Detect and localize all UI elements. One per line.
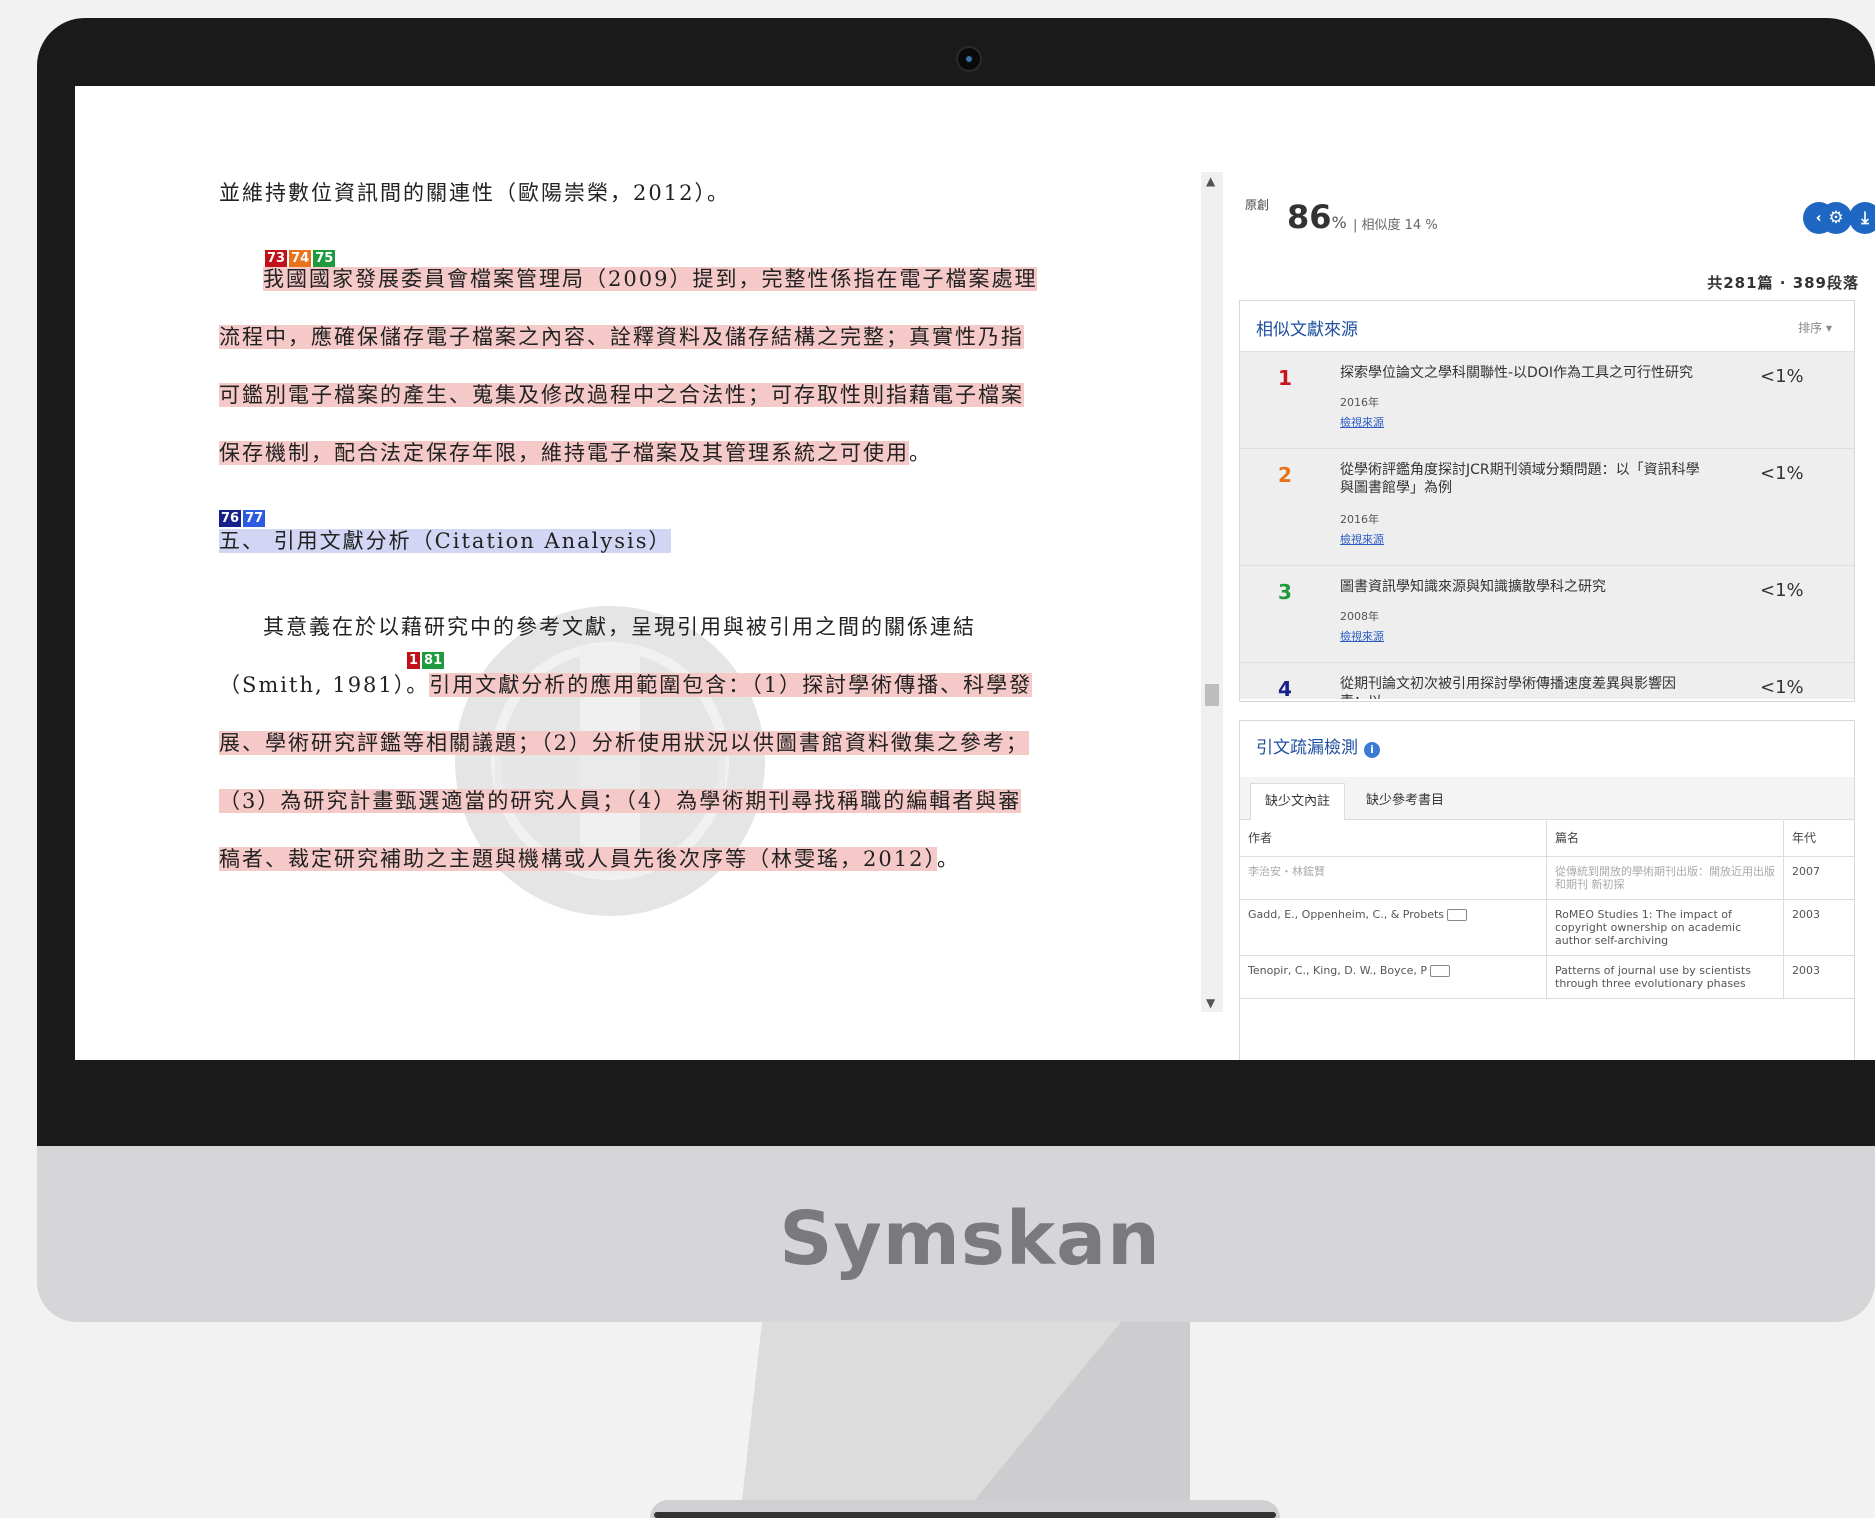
row-year: 2007 [1783,856,1854,900]
tab-missing-in-text[interactable]: 缺少文內註 [1250,783,1346,820]
highlighted-text[interactable]: 稿者、裁定研究補助之主題與機構或人員先後次序等（林雯瑤，2012） [219,847,937,871]
report-panel: 原創 86% | 相似度 14 % ‹ ⤓ 共281篇 · 389段落 相似文獻… [1235,172,1875,1060]
more-icon[interactable] [1430,965,1451,977]
highlighted-text[interactable]: 展、學術研究評鑑等相關議題；（2）分析使用狀況以供圖書館資料徵集之參考； [219,731,1029,755]
column-author: 作者 [1240,819,1547,857]
source-year: 2008年 [1340,610,1379,623]
source-list[interactable]: 1 探索學位論文之學科關聯性-以DOI作為工具之可行性研究 2016年 檢視來源… [1240,352,1854,699]
highlighted-text[interactable]: 保存機制，配合法定保存年限，維持電子檔案及其管理系統之可使用 [219,441,909,465]
similar-sources-box: 相似文獻來源 排序 ▾ 1 探索學位論文之學科關聯性-以DOI作為工具之可行性研… [1239,300,1855,702]
tab-missing-references[interactable]: 缺少參考書目 [1352,783,1458,819]
gear-icon: ⚙ [1828,208,1844,228]
source-year: 2016年 [1340,513,1379,526]
source-title[interactable]: 從學術評鑑角度探討JCR期刊領域分類問題：以「資訊科學與圖書館學」為例 [1340,461,1700,497]
source-percentage: <1% [1760,463,1804,484]
source-item[interactable]: 3 圖書資訊學知識來源與知識擴散學科之研究 2008年 檢視來源 <1% [1240,566,1854,663]
source-rank: 4 [1278,677,1292,699]
similarity-percentage: | 相似度 14 % [1353,218,1438,233]
source-item[interactable]: 1 探索學位論文之學科關聯性-以DOI作為工具之可行性研究 2016年 檢視來源… [1240,352,1854,449]
similar-sources-title: 相似文獻來源 [1256,320,1358,340]
source-title[interactable]: 圖書資訊學知識來源與知識擴散學科之研究 [1340,578,1700,596]
source-title[interactable]: 探索學位論文之學科關聯性-以DOI作為工具之可行性研究 [1340,364,1700,382]
row-year: 2003 [1783,955,1854,999]
sort-dropdown[interactable]: 排序 ▾ [1798,319,1832,336]
document-view: 並維持數位資訊間的關連性（歐陽崇榮，2012）。 73 74 75 我國國家發展… [75,86,1195,1060]
similar-sources-header: 相似文獻來源 排序 ▾ [1240,301,1854,352]
totals-count: 共281篇 · 389段落 [1707,274,1859,292]
source-rank: 1 [1278,366,1292,390]
view-source-link[interactable]: 檢視來源 [1340,531,1384,547]
row-title: Patterns of journal use by scientists th… [1546,955,1784,999]
highlighted-text[interactable]: 我國國家發展委員會檔案管理局（2009）提到，完整性係指在電子檔案處理 [263,267,1038,291]
row-year: 2003 [1783,899,1854,956]
source-rank: 2 [1278,463,1292,487]
document-scrollbar[interactable]: ▲ ▼ [1201,172,1223,1012]
highlighted-text[interactable]: 流程中，應確保儲存電子檔案之內容、詮釋資料及儲存結構之完整；真實性乃指 [219,325,1024,349]
scrollbar-thumb[interactable] [1205,684,1219,706]
column-year: 年代 [1783,819,1854,857]
source-year: 2016年 [1340,396,1379,409]
brand-logo: Symskan [779,1196,1161,1282]
source-title[interactable]: 從期刊論文初次被引用探討學術傳播速度差異與影響因素：以 [1340,675,1700,699]
webcam [958,48,980,70]
citation-tabs: 缺少文內註 缺少參考書目 [1240,777,1854,820]
original-label: 原創 [1245,198,1270,212]
paragraph-1: 我國國家發展委員會檔案管理局（2009）提到，完整性係指在電子檔案處理 流程中，… [219,267,1038,465]
download-button[interactable]: ⤓ [1849,202,1875,234]
source-percentage: <1% [1760,366,1804,387]
row-author: Tenopir, C., King, D. W., Boyce, P [1240,955,1547,999]
highlighted-heading[interactable]: 五、 引用文獻分析（Citation Analysis） [219,529,672,553]
highlighted-text[interactable]: 引用文獻分析的應用範圍包含：（1）探討學術傳播、科學發 [429,673,1033,697]
download-icon: ⤓ [1861,208,1869,228]
doc-line-0: 並維持數位資訊間的關連性（歐陽崇榮，2012）。 [219,181,730,205]
source-percentage: <1% [1760,677,1804,698]
table-row[interactable]: Gadd, E., Oppenheim, C., & Probets RoMEO… [1240,899,1854,956]
highlighted-text[interactable]: 可鑑別電子檔案的產生、蒐集及修改過程中之合法性；可存取性則指藉電子檔案 [219,383,1024,407]
table-row[interactable]: Tenopir, C., King, D. W., Boyce, P Patte… [1240,955,1854,999]
source-percentage: <1% [1760,580,1804,601]
row-title: RoMEO Studies 1: The impact of copyright… [1546,899,1784,956]
row-title: 從傳統到開放的學術期刊出版：開放近用出版和期刊 新初探 [1546,856,1784,900]
more-icon[interactable] [1447,909,1468,921]
highlighted-text[interactable]: （3）為研究計畫甄選適當的研究人員；（4）為學術期刊尋找稱職的編輯者與審 [219,789,1022,813]
missing-citations-table: 作者 篇名 年代 李治安・林鋐賢 從傳統到開放的學術期刊出版：開放近用出版和期刊… [1240,819,1854,999]
table-row[interactable]: 李治安・林鋐賢 從傳統到開放的學術期刊出版：開放近用出版和期刊 新初探 2007 [1240,856,1854,900]
original-percentage: 86% [1287,198,1347,236]
paragraph-2: 其意義在於以藉研究中的參考文獻，呈現引用與被引用之間的關係連結 [263,615,976,639]
source-rank: 3 [1278,580,1292,604]
view-source-link[interactable]: 檢視來源 [1340,628,1384,644]
source-item[interactable]: 4 從期刊論文初次被引用探討學術傳播速度差異與影響因素：以 <1% [1240,663,1854,699]
scroll-down-arrow-icon[interactable]: ▼ [1206,996,1215,1010]
section-heading: 五、 引用文獻分析（Citation Analysis） [219,512,1099,570]
scroll-up-arrow-icon[interactable]: ▲ [1206,174,1215,188]
view-source-link[interactable]: 檢視來源 [1340,414,1384,430]
paragraph-2-cont: （Smith, 1981）。引用文獻分析的應用範圍包含：（1）探討學術傳播、科學… [219,673,1033,871]
app-screen: 並維持數位資訊間的關連性（歐陽崇榮，2012）。 73 74 75 我國國家發展… [75,86,1875,1060]
settings-button[interactable]: ⚙ [1820,202,1852,234]
column-title: 篇名 [1546,819,1784,857]
base-edge [654,1512,1276,1518]
info-icon[interactable]: i [1364,742,1380,758]
source-item[interactable]: 2 從學術評鑑角度探討JCR期刊領域分類問題：以「資訊科學與圖書館學」為例 20… [1240,449,1854,566]
citation-check-box: 引文疏漏檢測 i 缺少文內註 缺少參考書目 作者 篇名 年代 李治安・林鋐賢 從傳… [1239,720,1855,1060]
row-author: Gadd, E., Oppenheim, C., & Probets [1240,899,1547,956]
citation-check-title: 引文疏漏檢測 i [1256,733,1380,758]
row-author: 李治安・林鋐賢 [1240,856,1547,900]
